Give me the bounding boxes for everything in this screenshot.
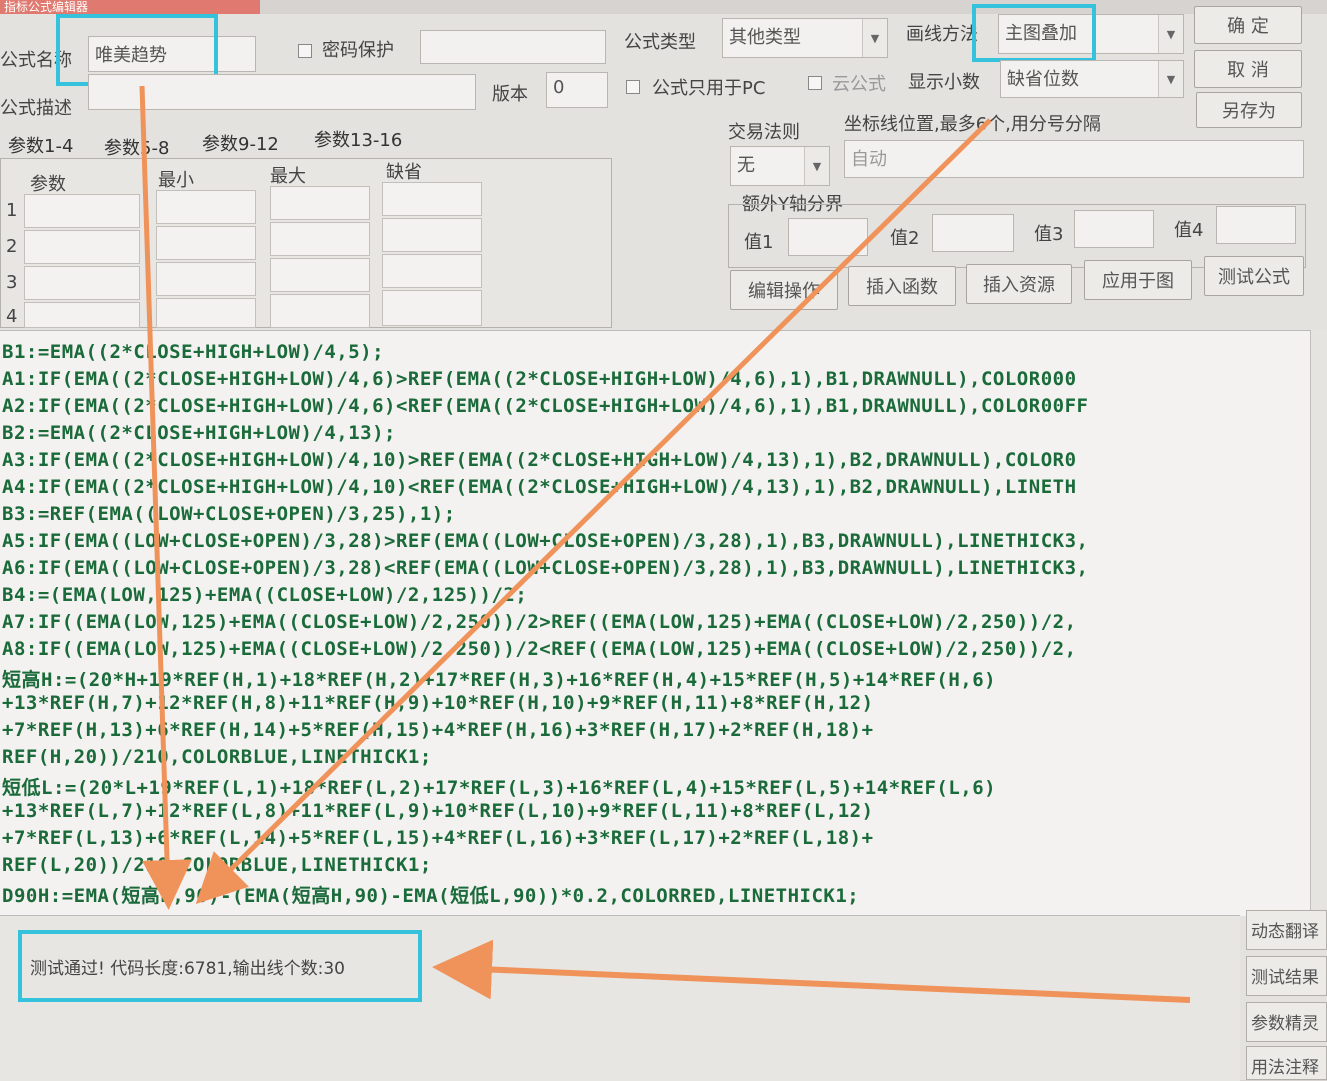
arrow-name-to-code xyxy=(139,85,193,910)
arrow-to-status xyxy=(432,939,1191,1003)
annotation-arrows xyxy=(139,85,1191,1003)
arrow-draw-method-to-code xyxy=(195,118,992,905)
